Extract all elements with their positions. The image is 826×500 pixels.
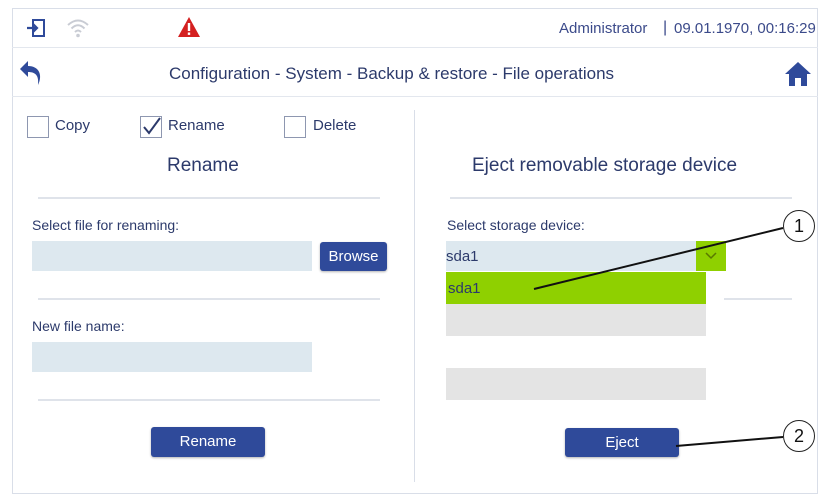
callout-1: 1 (783, 210, 815, 242)
callout-line-2 (675, 436, 784, 447)
callout-lines (533, 227, 784, 447)
callout-line-1 (533, 227, 784, 290)
callout-2: 2 (783, 420, 815, 452)
